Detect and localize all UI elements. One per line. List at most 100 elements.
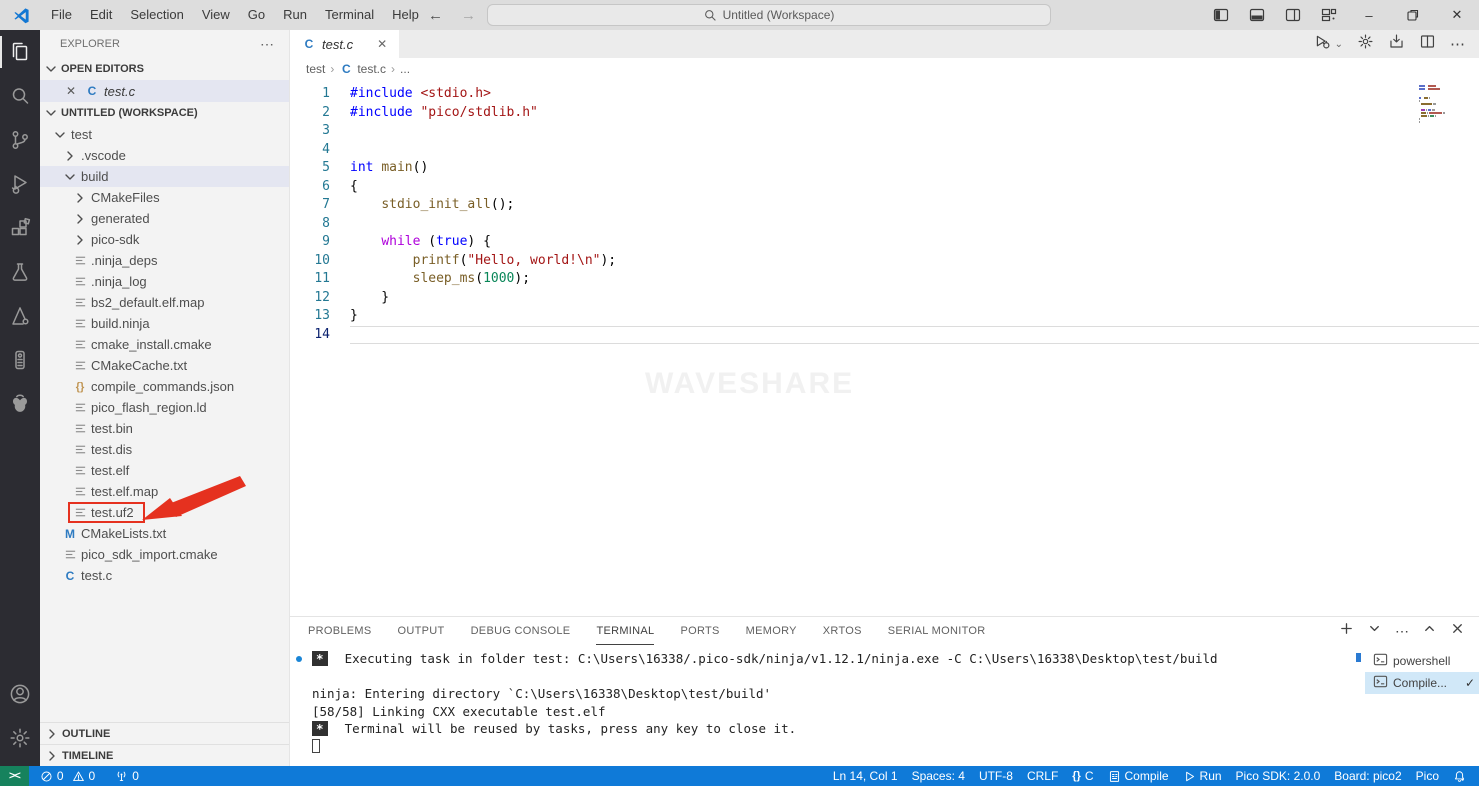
code-line-6[interactable]: { [350,178,1479,197]
forward-arrow-icon[interactable]: → [461,7,476,24]
pico-board-icon[interactable] [0,338,40,382]
toggle-secondary-sidebar-icon[interactable] [1275,0,1311,30]
remote-indicator[interactable]: >< [0,766,29,786]
status-item-eol[interactable]: CRLF [1020,769,1065,783]
status-item-compile[interactable]: Compile [1101,769,1176,783]
menu-help[interactable]: Help [383,0,428,30]
more-actions-icon[interactable]: ⋯ [1450,35,1465,53]
gear-icon[interactable] [1357,33,1374,55]
close-editor-icon[interactable]: ✕ [66,84,80,98]
tree-item-ninja-deps[interactable]: .ninja_deps [40,250,289,271]
run-debug-dropdown-icon[interactable] [1314,33,1331,55]
outline-section-header[interactable]: OUTLINE [40,722,289,744]
terminal-dropdown-icon[interactable] [1367,621,1382,641]
status-item-pico-sdk[interactable]: Pico SDK: 2.0.0 [1229,769,1328,783]
tree-item-pico-sdk[interactable]: pico-sdk [40,229,289,250]
status-item-encoding[interactable]: UTF-8 [972,769,1020,783]
search-icon[interactable] [0,74,40,118]
menu-terminal[interactable]: Terminal [316,0,383,30]
close-window-button[interactable]: ✕ [1435,0,1479,30]
customize-layout-icon[interactable] [1311,0,1347,30]
tree-item-build[interactable]: build [40,166,289,187]
minimap[interactable] [1419,85,1465,127]
terminal-instance-powershell[interactable]: powershell [1365,650,1479,672]
code-line-13[interactable]: } [350,307,1479,326]
open-editors-header[interactable]: OPEN EDITORS [40,58,289,80]
panel-tab-debug-console[interactable]: DEBUG CONSOLE [471,617,571,645]
panel-tab-memory[interactable]: MEMORY [746,617,797,645]
flash-device-icon[interactable] [1388,33,1405,55]
terminal-instance-compile[interactable]: Compile... ✓ [1365,672,1479,694]
raspberry-pi-icon[interactable] [0,382,40,426]
chevron-down-icon[interactable]: ⌄ [1335,39,1343,50]
tree-item-compile-commands-json[interactable]: {} compile_commands.json [40,376,289,397]
breadcrumb-item-test-c[interactable]: Ctest.c [339,62,386,76]
code-line-8[interactable] [350,215,1479,234]
tree-item-test-elf[interactable]: test.elf [40,460,289,481]
tree-item-test[interactable]: test [40,124,289,145]
command-decoration-dot[interactable] [296,656,302,662]
code-line-4[interactable] [350,141,1479,160]
panel-tab-terminal[interactable]: TERMINAL [596,617,654,645]
tree-item-cmakefiles[interactable]: CMakeFiles [40,187,289,208]
new-terminal-icon[interactable] [1339,621,1354,641]
close-tab-icon[interactable]: ✕ [377,37,387,51]
code-line-10[interactable]: printf("Hello, world!\n"); [350,252,1479,271]
tree-item-cmakecache-txt[interactable]: CMakeCache.txt [40,355,289,376]
panel-tab-problems[interactable]: PROBLEMS [308,617,372,645]
status-item-cursor-position[interactable]: Ln 14, Col 1 [826,769,905,783]
status-item-board[interactable]: Board: pico2 [1327,769,1408,783]
notifications-bell-icon[interactable] [1446,770,1473,783]
breadcrumb-item-test[interactable]: test [306,62,325,76]
back-arrow-icon[interactable]: ← [428,7,443,24]
code-line-5[interactable]: int main() [350,159,1479,178]
code-line-1[interactable]: #include <stdio.h> [350,85,1479,104]
split-editor-icon[interactable] [1419,33,1436,55]
menu-view[interactable]: View [193,0,239,30]
panel-tab-ports[interactable]: PORTS [680,617,719,645]
menu-edit[interactable]: Edit [81,0,121,30]
tree-item-test-bin[interactable]: test.bin [40,418,289,439]
code-line-11[interactable]: sleep_ms(1000); [350,270,1479,289]
maximize-panel-icon[interactable] [1422,621,1437,641]
source-control-icon[interactable] [0,118,40,162]
accounts-icon[interactable] [0,672,40,716]
menu-file[interactable]: File [42,0,81,30]
toggle-sidebar-icon[interactable] [1203,0,1239,30]
problems-status[interactable]: 0 0 [33,766,102,786]
code-line-2[interactable]: #include "pico/stdlib.h" [350,104,1479,123]
tree-item-vscode[interactable]: .vscode [40,145,289,166]
settings-icon[interactable] [0,716,40,760]
timeline-section-header[interactable]: TIMELINE [40,744,289,766]
tree-item-cmake-install-cmake[interactable]: cmake_install.cmake [40,334,289,355]
tree-item-pico-sdk-import-cmake[interactable]: pico_sdk_import.cmake [40,544,289,565]
tree-item-cmakelists-txt[interactable]: M CMakeLists.txt [40,523,289,544]
code-editor[interactable]: 1 2 3 4 5 6 7 8 9 10 11 12 13 14 #include <stdio.h> #i… [290,80,1479,616]
tree-item-generated[interactable]: generated [40,208,289,229]
code-line-3[interactable] [350,122,1479,141]
tree-item-bs2-default-elf-map[interactable]: bs2_default.elf.map [40,292,289,313]
status-item-language-mode[interactable]: {} C [1065,769,1100,783]
explorer-icon[interactable] [0,30,40,74]
panel-tab-xrtos[interactable]: XRTOS [823,617,862,645]
toggle-panel-icon[interactable] [1239,0,1275,30]
status-item-pico[interactable]: Pico [1409,769,1446,783]
menu-selection[interactable]: Selection [121,0,192,30]
forwarded-ports-status[interactable]: 0 [108,766,146,786]
testing-icon[interactable] [0,250,40,294]
code-line-7[interactable]: stdio_init_all(); [350,196,1479,215]
cmake-icon[interactable] [0,294,40,338]
status-item-indentation[interactable]: Spaces: 4 [905,769,972,783]
workspace-section-header[interactable]: UNTITLED (WORKSPACE) [40,102,289,124]
terminal-output[interactable]: * Executing task in folder test: C:\User… [290,645,1353,766]
tree-item-build-ninja[interactable]: build.ninja [40,313,289,334]
minimize-button[interactable]: – [1347,0,1391,30]
menu-go[interactable]: Go [239,0,274,30]
terminal-scrollbar[interactable] [1353,645,1365,766]
menu-run[interactable]: Run [274,0,316,30]
command-center-search[interactable]: Untitled (Workspace) [487,4,1051,26]
tree-item-ninja-log[interactable]: .ninja_log [40,271,289,292]
code-line-12[interactable]: } [350,289,1479,308]
panel-more-actions-icon[interactable]: ⋯ [1395,623,1409,640]
tree-item-pico-flash-region-ld[interactable]: pico_flash_region.ld [40,397,289,418]
